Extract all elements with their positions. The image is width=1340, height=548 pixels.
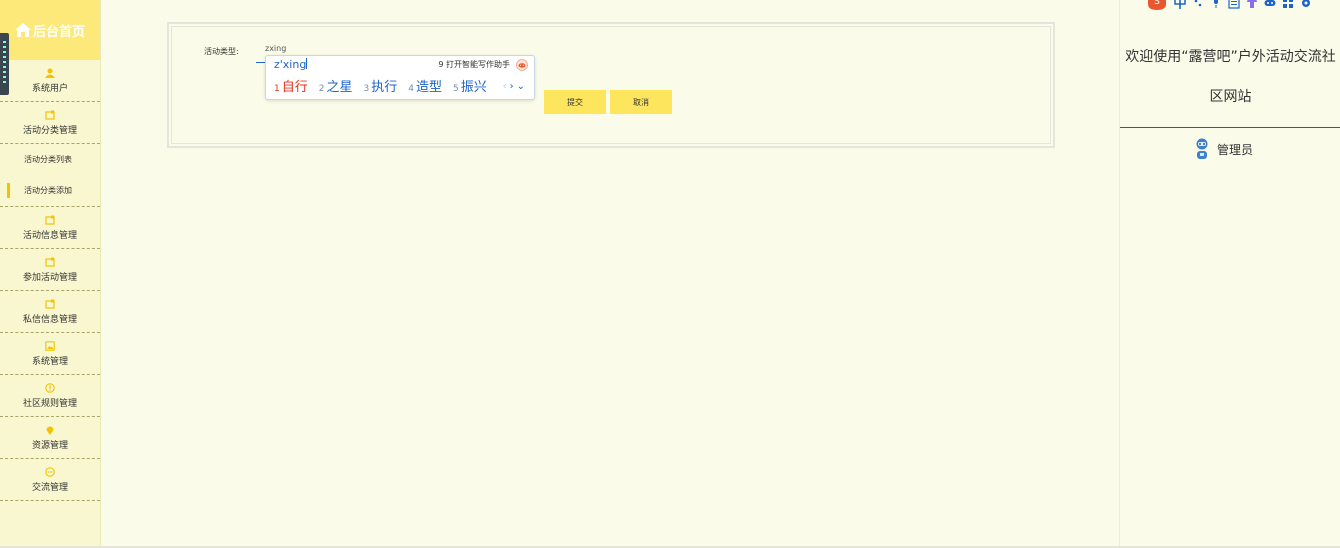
robot-avatar-icon <box>1196 138 1208 159</box>
info-circle-icon <box>45 382 55 393</box>
ime-composition: z'xing <box>274 58 308 71</box>
settings-gear-icon[interactable] <box>1300 0 1312 9</box>
ime-candidate-list: 1 自行 2 之星 3 执行 4 造型 5 振兴 <box>274 76 498 95</box>
ime-expand[interactable]: ⌄ <box>517 81 528 92</box>
chinese-mode-icon[interactable] <box>1174 0 1186 9</box>
sidebar-item-label: 系统管理 <box>31 356 68 367</box>
sogou-logo-icon[interactable]: S <box>1146 0 1168 12</box>
location-pin-icon <box>46 426 54 435</box>
ime-candidate-3[interactable]: 3 执行 <box>364 76 398 95</box>
sidebar-item-label: 系统用户 <box>31 83 68 94</box>
main-content: 活动类型: 提交 取消 <box>101 0 1119 548</box>
folder-icon <box>45 215 55 225</box>
chat-icon <box>45 466 55 477</box>
sidebar-item-label: 社区规则管理 <box>22 398 77 409</box>
sidebar-item-communication[interactable]: 交流管理 <box>0 459 100 501</box>
sidebar-handle[interactable] <box>0 33 9 95</box>
sidebar-item-participation[interactable]: 参加活动管理 <box>0 249 100 291</box>
folder-icon <box>45 299 55 309</box>
ime-page-nav[interactable]: ‹›⌄ <box>503 81 528 92</box>
cancel-button[interactable]: 取消 <box>610 90 672 114</box>
right-panel: S 欢迎使用“露营吧”户外活动交流社 区网站 管理员 <box>1119 0 1340 548</box>
ime-candidate-2[interactable]: 2 之星 <box>319 76 353 95</box>
sidebar-subitem-category-list[interactable]: 活动分类列表 <box>0 144 100 175</box>
user-icon <box>45 68 55 78</box>
image-icon <box>45 340 55 351</box>
sidebar-item-label: 资源管理 <box>31 440 68 451</box>
sidebar-item-activity-info[interactable]: 活动信息管理 <box>0 207 100 249</box>
svg-text:S: S <box>1154 0 1160 7</box>
submit-button[interactable]: 提交 <box>544 90 606 114</box>
welcome-text-line2: 区网站 <box>1209 89 1252 105</box>
sidebar-home[interactable]: 后台首页 <box>0 0 100 60</box>
sidebar-home-label: 后台首页 <box>32 24 85 40</box>
ime-mascot-icon[interactable] <box>516 59 528 71</box>
sidebar-item-label: 交流管理 <box>31 482 68 493</box>
sidebar-item-system-management[interactable]: 系统管理 <box>0 333 100 375</box>
sidebar-item-label: 活动分类管理 <box>22 125 77 136</box>
sidebar-item-label: 私信信息管理 <box>22 314 77 325</box>
keyboard-icon[interactable] <box>1228 0 1240 9</box>
ime-writing-assistant[interactable]: 9 打开智能写作助手 <box>438 59 510 70</box>
ime-prev-page[interactable]: ‹ <box>503 81 510 92</box>
folder-icon <box>45 110 55 120</box>
ime-underline <box>256 62 265 63</box>
sidebar: 后台首页 系统用户 活动分类管理 活动分类列表 活动分类添加 活动信息管理 参加… <box>0 0 101 548</box>
toolbox-icon[interactable] <box>1282 0 1294 9</box>
sidebar-item-label: 参加活动管理 <box>22 272 77 283</box>
sidebar-item-community-rules[interactable]: 社区规则管理 <box>0 375 100 417</box>
ime-next-page[interactable]: › <box>510 81 517 92</box>
game-icon[interactable] <box>1264 0 1276 9</box>
sidebar-item-system-users[interactable]: 系统用户 <box>0 60 100 102</box>
ime-candidate-popup: z'xing 9 打开智能写作助手 1 自行 2 之星 3 执行 4 造型 5 振兴 ‹›… <box>265 55 535 100</box>
home-icon <box>14 23 31 37</box>
ime-candidate-5[interactable]: 5 振兴 <box>453 76 487 95</box>
sidebar-subitem-category-add[interactable]: 活动分类添加 <box>0 175 100 207</box>
activity-type-label: 活动类型: <box>204 47 239 56</box>
skin-icon[interactable] <box>1246 0 1258 9</box>
activity-type-input[interactable] <box>265 41 405 55</box>
sidebar-subitem-label: 活动分类添加 <box>24 186 72 195</box>
folder-icon <box>45 257 55 267</box>
sidebar-subitem-label: 活动分类列表 <box>24 155 72 164</box>
right-divider <box>1120 127 1340 128</box>
admin-user[interactable]: 管理员 <box>1194 138 1253 160</box>
sidebar-item-private-messages[interactable]: 私信信息管理 <box>0 291 100 333</box>
sidebar-item-category-management[interactable]: 活动分类管理 <box>0 102 100 144</box>
ime-candidate-1[interactable]: 1 自行 <box>274 76 308 95</box>
sidebar-item-resources[interactable]: 资源管理 <box>0 417 100 459</box>
admin-label: 管理员 <box>1217 142 1254 157</box>
ime-toolbar: S <box>1146 0 1336 12</box>
ime-candidate-4[interactable]: 4 造型 <box>408 76 442 95</box>
sidebar-item-label: 活动信息管理 <box>22 230 77 241</box>
punctuation-icon[interactable] <box>1192 0 1204 9</box>
microphone-icon[interactable] <box>1210 0 1222 9</box>
